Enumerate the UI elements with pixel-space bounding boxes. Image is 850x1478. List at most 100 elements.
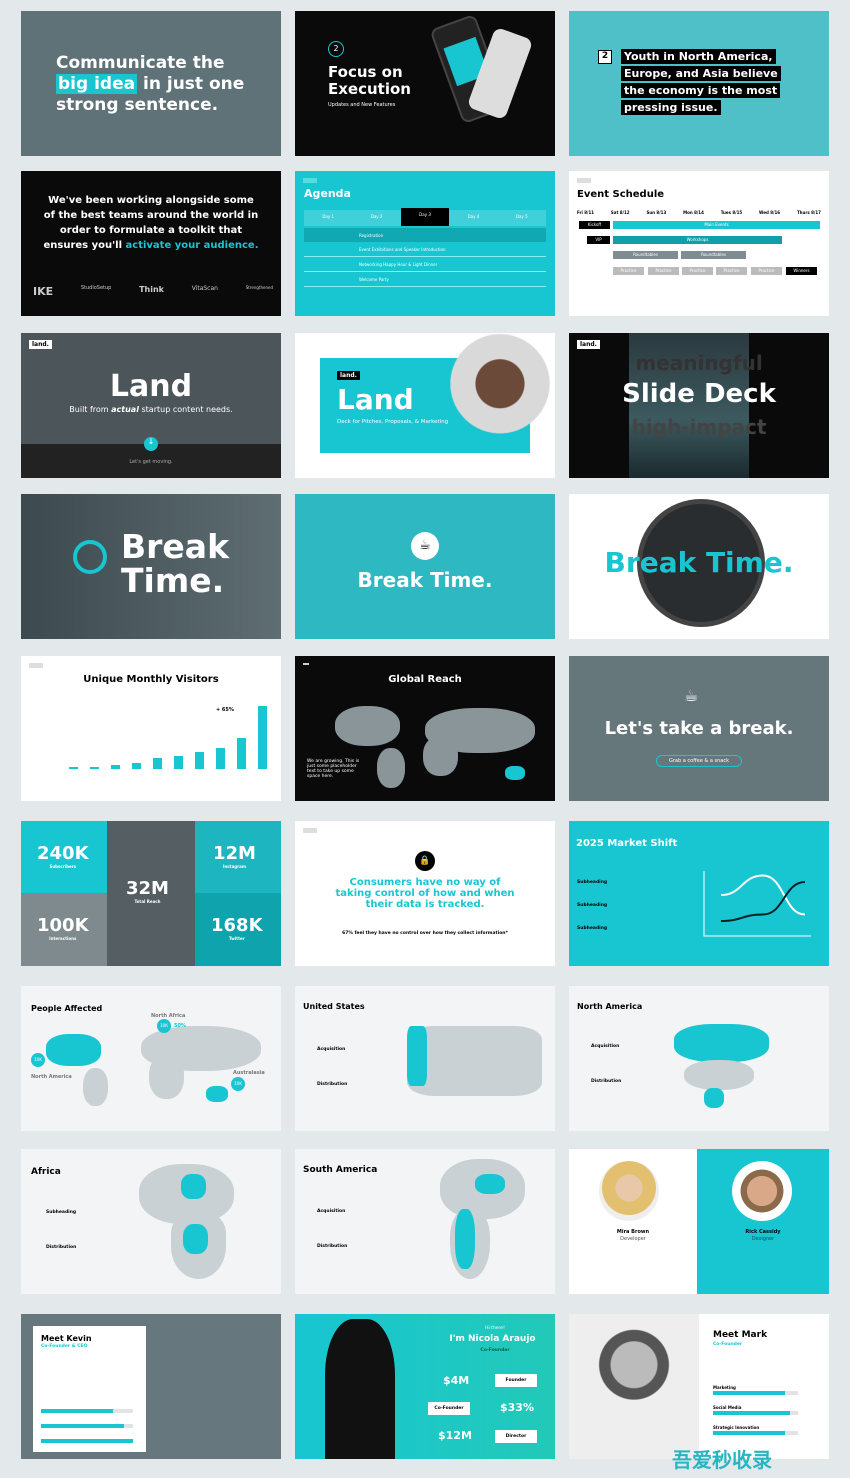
- series-line-2: [720, 881, 806, 922]
- slide-deck[interactable]: land. meaningful Slide Deck high-impact: [569, 333, 829, 478]
- slide-south-america[interactable]: South America Acquisition Distribution: [295, 1149, 555, 1294]
- chart-bar: [174, 755, 183, 769]
- slide-break-watch[interactable]: Break Time.: [21, 494, 281, 639]
- slide-subtitle: Built from actual startup content needs.: [69, 405, 233, 414]
- avatar: [599, 1161, 659, 1221]
- coffee-button[interactable]: Grab a coffee & a snack: [656, 755, 742, 767]
- footnote: 67% feel they have no control over how t…: [342, 931, 508, 936]
- slide-headline: Communicate the big idea in just one stron…: [56, 53, 245, 115]
- slide-meet-kevin[interactable]: Meet Kevin Co-Founder & CEO: [21, 1314, 281, 1459]
- slide-north-america[interactable]: North America Acquisition Distribution: [569, 986, 829, 1131]
- slide-people-affected[interactable]: People Affected North Africa North Ameri…: [21, 986, 281, 1131]
- slide-agenda[interactable]: Agenda Day 1 Day 2 Day 3 Day 4 Day 5 Reg…: [295, 171, 555, 316]
- slide-title: Meet Kevin: [41, 1334, 92, 1343]
- slide-lets-break[interactable]: ☕ Let's take a break. Grab a coffee & a …: [569, 656, 829, 801]
- greeting: Hi there!: [485, 1326, 505, 1331]
- partner-logos: IKE StudioSetup Think VitaScan Strengthened: [33, 285, 273, 298]
- slide-title: I'm Nicola Araujo: [449, 1334, 536, 1344]
- slide-meet-mark[interactable]: Meet Mark Co-Founder Marketing Social Med…: [569, 1314, 829, 1459]
- slide-consumers-quote[interactable]: 🔒 Consumers have no way of taking contro…: [295, 821, 555, 966]
- coffee-icon: ☕: [411, 532, 439, 560]
- logo-tag: land.: [337, 371, 360, 380]
- slide-team[interactable]: Mira Brown Developer Rick Cassidy Design…: [569, 1149, 829, 1294]
- slide-africa[interactable]: Africa Subheading Distribution: [21, 1149, 281, 1294]
- event-vip: VIP: [587, 236, 610, 244]
- slide-market-shift[interactable]: 2025 Market Shift Subheading Subheading Su…: [569, 821, 829, 966]
- chart-bar: [195, 751, 204, 769]
- slide-teams[interactable]: We've been working alongside some of the…: [21, 171, 281, 316]
- tab-day-4[interactable]: Day 4: [449, 210, 497, 226]
- event-practice: Practice: [716, 267, 747, 275]
- map-highlight: [455, 1209, 475, 1269]
- slide-land-photo[interactable]: land. Land Built from actual startup con…: [21, 333, 281, 478]
- slide-title: Land: [337, 383, 414, 416]
- slide-title: 2025 Market Shift: [576, 838, 678, 849]
- slide-nicola[interactable]: Hi there! I'm Nicola Araujo Co-Founder $…: [295, 1314, 555, 1459]
- map-highlight: [181, 1174, 206, 1199]
- subheading-list: Subheading Subheading Subheading: [577, 880, 608, 931]
- slide-break-teal[interactable]: ☕ Break Time.: [295, 494, 555, 639]
- map-highlight: [475, 1174, 505, 1194]
- skill-bar-fill: [41, 1424, 124, 1428]
- schedule-days: Fri 8/11 Sat 8/12 Sun 8/13 Mon 8/14 Tues 8/1…: [577, 210, 821, 215]
- stat-value: $4M: [443, 1374, 470, 1387]
- event-kickoff: Kickoff: [579, 221, 610, 229]
- slide-event-schedule[interactable]: Event Schedule Fri 8/11 Sat 8/12 Sun 8/13 M…: [569, 171, 829, 316]
- day-tabs: Day 1 Day 2 Day 3 Day 4 Day 5: [304, 208, 546, 226]
- skill-bar-fill: [713, 1411, 790, 1415]
- event-winners: Winners: [786, 267, 817, 275]
- slide-subtitle: Deck for Pitches, Proposals, & Marketing: [337, 419, 449, 425]
- slide-focus-execution[interactable]: 2 Focus on Execution Updates and New Fea…: [295, 11, 555, 156]
- chart-bar: [216, 748, 225, 769]
- item-list: Subheading Distribution: [46, 1210, 77, 1250]
- person-photo: [325, 1319, 395, 1459]
- event-practice: Practice: [613, 267, 644, 275]
- agenda-rows: Registration Event Exhibitions and Speak…: [304, 228, 546, 287]
- member-name: Mira Brown: [616, 1229, 650, 1235]
- slide-title: Slide Deck: [622, 379, 776, 409]
- event-practice: Practice: [751, 267, 782, 275]
- role-box: Co-Founder: [428, 1402, 470, 1415]
- skill-bar-fill: [41, 1409, 113, 1413]
- slide-youth-issue[interactable]: 2 Youth in North America, Europe, and As…: [569, 11, 829, 156]
- map-west-coast: [407, 1026, 427, 1086]
- slide-title: Event Schedule: [577, 189, 665, 200]
- chart-bar: [258, 706, 267, 769]
- slide-title: Global Reach: [388, 674, 462, 685]
- slide-title: United States: [303, 1002, 365, 1011]
- arrow-down-icon[interactable]: ↓: [144, 437, 158, 451]
- slide-title: People Affected: [31, 1004, 103, 1013]
- tab-day-3[interactable]: Day 3: [400, 208, 450, 226]
- slide-title: Break Time.: [604, 546, 794, 579]
- tab-day-1[interactable]: Day 1: [304, 210, 352, 226]
- chart-bar: [69, 767, 78, 769]
- watermark-logo: 吾爱秒收录: [672, 1448, 772, 1472]
- role-label: Co-Founder: [713, 1342, 743, 1347]
- stat-bubble: 10K: [231, 1077, 245, 1091]
- lock-icon: 🔒: [415, 851, 435, 871]
- map-south-america: [377, 748, 405, 788]
- logo-tag: land.: [577, 340, 600, 349]
- map-australia: [206, 1086, 228, 1102]
- slide-land-teal[interactable]: land. Land Deck for Pitches, Proposals, …: [295, 333, 555, 478]
- slide-stats[interactable]: 240K Subscribers 12M Instagram 32M Total Re…: [21, 821, 281, 966]
- slide-title: South America: [303, 1165, 378, 1175]
- person-photo: [445, 333, 555, 478]
- item-list: Acquisition Distribution: [317, 1047, 348, 1087]
- tab-day-5[interactable]: Day 5: [498, 210, 546, 226]
- skill-bar-track: [713, 1431, 798, 1435]
- role-label: Co-Founder: [480, 1348, 510, 1353]
- slide-united-states[interactable]: United States Acquisition Distribution: [295, 986, 555, 1131]
- slide-global-reach[interactable]: Global Reach We are growing. This is jus…: [295, 656, 555, 801]
- tab-day-2[interactable]: Day 2: [352, 210, 400, 226]
- stat-value: $12M: [438, 1429, 472, 1442]
- slide-visitors-chart[interactable]: Unique Monthly Visitors + 65%: [21, 656, 281, 801]
- member-role: Designer: [751, 1236, 775, 1242]
- event-practice: Practice: [682, 267, 713, 275]
- region-label: Australasia: [233, 1070, 265, 1076]
- map-africa: [149, 1054, 184, 1099]
- slide-break-clock[interactable]: Break Time.: [569, 494, 829, 639]
- slide-big-idea[interactable]: Communicate the big idea in just one stron…: [21, 11, 281, 156]
- map-north-america: [335, 706, 400, 746]
- coffee-icon: ☕: [684, 686, 699, 705]
